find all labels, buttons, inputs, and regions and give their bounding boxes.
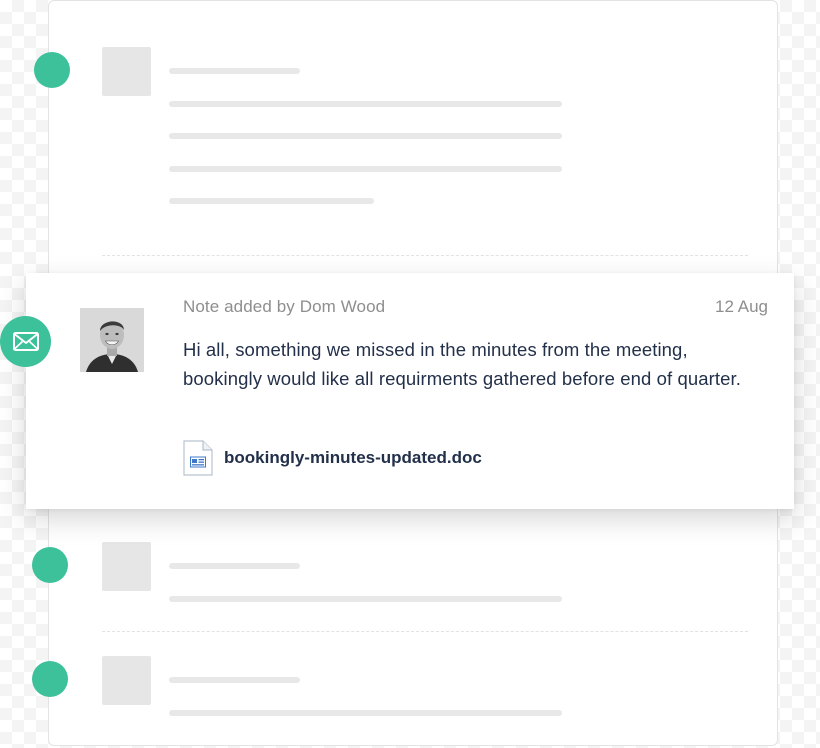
mail-badge <box>0 316 51 367</box>
note-date: 12 Aug <box>715 297 768 316</box>
placeholder-line <box>169 133 562 139</box>
timeline-dot <box>34 52 70 88</box>
placeholder-thumbnail <box>102 47 151 96</box>
placeholder-line <box>169 677 300 683</box>
placeholder-line <box>169 596 562 602</box>
avatar <box>80 308 144 372</box>
placeholder-line <box>169 198 374 204</box>
attachment-link[interactable]: bookingly-minutes-updated.doc <box>183 440 482 476</box>
attachment-filename[interactable]: bookingly-minutes-updated.doc <box>224 448 482 468</box>
avatar-photo <box>80 308 144 372</box>
note-body-text: Hi all, something we missed in the minut… <box>183 339 742 389</box>
placeholder-line <box>169 166 562 172</box>
envelope-icon <box>12 332 39 351</box>
document-icon <box>183 440 213 476</box>
placeholder-line <box>169 101 562 107</box>
note-card[interactable]: Note added by Dom Wood 12 Aug Hi all, so… <box>26 273 794 509</box>
timeline-dot <box>32 661 68 697</box>
placeholder-line <box>169 68 300 74</box>
placeholder-line <box>169 563 300 569</box>
placeholder-thumbnail <box>102 656 151 705</box>
timeline-dot <box>32 547 68 583</box>
placeholder-thumbnail <box>102 542 151 591</box>
placeholder-line <box>169 710 562 716</box>
note-author-meta: Note added by Dom Wood <box>183 297 386 316</box>
feed-divider <box>102 631 748 632</box>
feed-divider <box>102 255 748 256</box>
